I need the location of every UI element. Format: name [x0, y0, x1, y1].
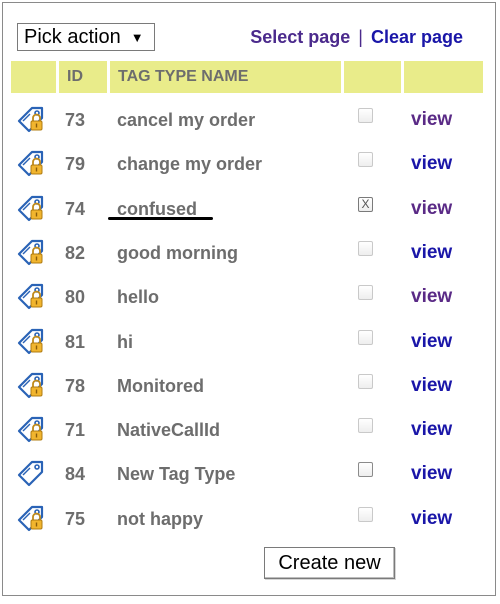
locked-tag-icon[interactable]: [15, 148, 47, 180]
table-row: 84 New Tag Type view: [11, 452, 483, 496]
row-checkbox[interactable]: [358, 329, 373, 345]
tag-type-name: Monitored: [117, 375, 204, 396]
link-separator: |: [358, 27, 363, 47]
tag-type-name: New Tag Type: [117, 464, 236, 485]
row-checkbox[interactable]: [358, 108, 373, 123]
tag-id: 82: [65, 242, 86, 263]
tag-id: 79: [65, 154, 86, 175]
view-link[interactable]: view: [411, 463, 452, 485]
row-checkbox[interactable]: [358, 506, 373, 522]
view-link[interactable]: view: [411, 153, 452, 175]
dropdown-arrow-icon: ▼: [130, 29, 144, 45]
header-divider: [401, 61, 404, 93]
tag-type-name: NativeCallId: [117, 420, 221, 441]
locked-tag-icon[interactable]: [15, 104, 47, 136]
page-selection-links: Select page | Clear page: [250, 27, 463, 48]
tag-type-name: good morning: [117, 242, 238, 263]
tag-id: 81: [65, 331, 86, 352]
tag-type-name: hello: [117, 287, 160, 308]
tag-id: 73: [65, 110, 86, 130]
clear-page-link[interactable]: Clear page: [371, 27, 463, 47]
locked-tag-icon[interactable]: [15, 237, 47, 269]
locked-tag-icon[interactable]: [15, 326, 47, 358]
tag-type-name: change my order: [117, 154, 263, 175]
view-link[interactable]: view: [411, 286, 452, 308]
header-divider: [56, 61, 59, 93]
underline-annotation: [108, 217, 213, 220]
table-row: 71 NativeCallId view: [11, 408, 483, 452]
tag-id: 71: [65, 420, 86, 441]
locked-tag-icon[interactable]: [15, 370, 47, 402]
tag-id: 74: [65, 198, 86, 219]
locked-tag-icon[interactable]: [15, 281, 47, 313]
locked-tag-icon[interactable]: [15, 414, 47, 446]
table-row: 81 hi view: [11, 320, 483, 364]
tag-type-name: not happy: [117, 508, 203, 529]
view-link[interactable]: view: [411, 198, 452, 220]
table-row: 79 change my order view: [11, 142, 483, 186]
tag-id: 80: [65, 287, 86, 308]
header-divider: [107, 61, 110, 93]
table-row: 80 hello view: [11, 275, 483, 319]
header-divider: [341, 61, 344, 93]
pick-action-label: Pick action: [24, 25, 121, 48]
table-row: 73 cancel my order view: [11, 98, 483, 142]
view-link[interactable]: view: [411, 419, 452, 441]
row-checkbox[interactable]: [358, 462, 373, 478]
pick-action-select[interactable]: Pick action ▼: [17, 23, 155, 51]
select-page-link[interactable]: Select page: [250, 27, 350, 47]
locked-tag-icon[interactable]: [15, 193, 47, 225]
locked-tag-icon[interactable]: [15, 503, 47, 535]
row-checkbox[interactable]: X: [358, 196, 373, 212]
view-link[interactable]: view: [411, 109, 452, 131]
column-header-tag-type-name[interactable]: TAG TYPE NAME: [118, 61, 248, 93]
tag-id: 78: [65, 375, 86, 396]
tag-id: 84: [65, 464, 86, 485]
view-link[interactable]: view: [411, 331, 452, 353]
tag-type-name: hi: [117, 331, 133, 352]
row-checkbox[interactable]: [358, 373, 373, 389]
row-checkbox[interactable]: [358, 285, 373, 301]
row-checkbox[interactable]: [358, 418, 373, 434]
tag-icon[interactable]: [15, 458, 47, 490]
table-row: 75 not happy view: [11, 497, 483, 541]
row-checkbox[interactable]: [358, 240, 373, 256]
create-new-button[interactable]: Create new: [264, 547, 395, 579]
tag-type-name: cancel my order: [117, 110, 256, 130]
view-link[interactable]: view: [411, 242, 452, 264]
view-link[interactable]: view: [411, 375, 452, 397]
table-header: ID TAG TYPE NAME: [11, 61, 483, 93]
tag-id: 75: [65, 508, 86, 529]
view-link[interactable]: view: [411, 508, 452, 530]
column-header-id[interactable]: ID: [67, 61, 83, 93]
row-checkbox[interactable]: [358, 152, 373, 168]
table-row: 78 Monitored view: [11, 364, 483, 408]
table-row: 82 good morning view: [11, 231, 483, 275]
table-row: 74 confused X view: [11, 187, 483, 231]
